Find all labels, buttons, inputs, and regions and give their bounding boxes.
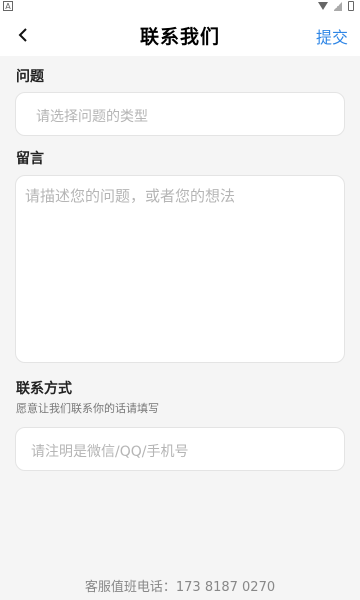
question-type-select[interactable]: 请选择问题的类型 bbox=[15, 92, 345, 136]
question-label: 问题 bbox=[16, 69, 44, 85]
page-title: 联系我们 bbox=[139, 26, 220, 48]
contact-label: 联系方式 bbox=[16, 381, 72, 397]
signal-icon bbox=[334, 1, 342, 11]
message-label: 留言 bbox=[16, 151, 44, 167]
submit-button[interactable]: 提交 bbox=[316, 24, 348, 48]
message-textarea[interactable]: 请描述您的问题，或者您的想法 bbox=[15, 175, 345, 363]
status-bar: A bbox=[0, 0, 360, 14]
question-type-placeholder: 请选择问题的类型 bbox=[36, 109, 148, 125]
wifi-icon bbox=[318, 2, 328, 10]
customer-service-phone: 客服值班电话：173 8187 0270 bbox=[84, 580, 276, 595]
header: 联系我们 提交 bbox=[0, 14, 360, 56]
contact-placeholder: 请注明是微信/QQ/手机号 bbox=[31, 444, 189, 460]
status-icons bbox=[318, 1, 354, 11]
contact-hint: 愿意让我们联系你的话请填写 bbox=[16, 402, 159, 415]
message-placeholder: 请描述您的问题，或者您的想法 bbox=[25, 187, 236, 205]
contact-input[interactable]: 请注明是微信/QQ/手机号 bbox=[15, 427, 345, 471]
battery-icon bbox=[348, 1, 354, 11]
notification-a-icon: A bbox=[3, 1, 13, 11]
